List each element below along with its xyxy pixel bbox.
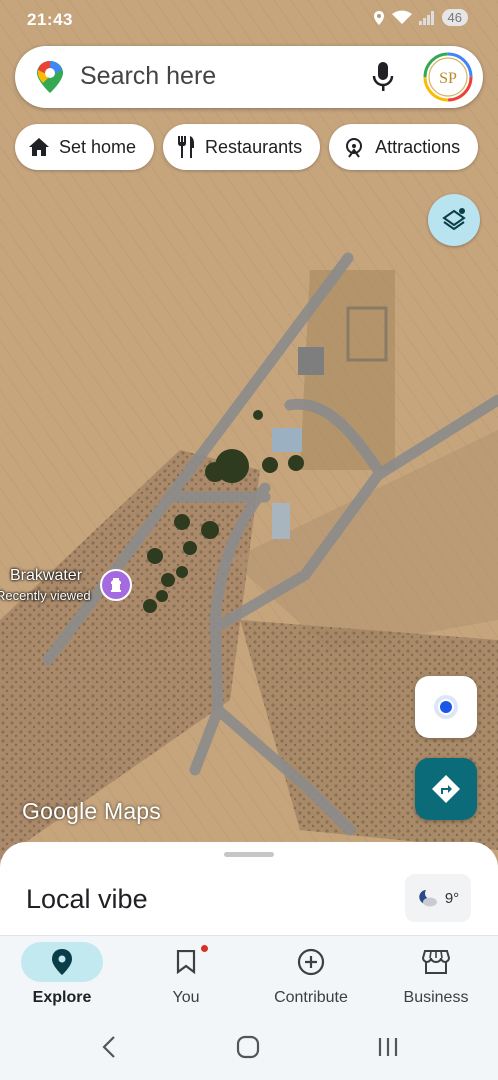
sheet-title: Local vibe [26,884,148,914]
nav-you[interactable]: You [126,936,246,1016]
back-icon[interactable] [100,1035,118,1059]
storefront-icon [395,942,477,982]
chip-label: Attractions [375,136,461,157]
microphone-icon[interactable] [372,60,394,94]
restaurant-icon [178,136,195,158]
avatar[interactable]: SP [423,52,473,102]
chip-label: Set home [59,136,137,157]
weather-chip[interactable]: 9° [405,874,471,922]
moon-cloud-icon [419,890,437,907]
attractions-icon [346,138,363,158]
nav-contribute[interactable]: Contribute [251,936,371,1016]
nav-label: You [172,989,200,1006]
my-location-button[interactable] [415,676,477,738]
nav-business[interactable]: Business [376,936,496,1016]
signal-icon [418,10,434,25]
search-input[interactable]: Search here [80,62,216,91]
avatar-initials: SP [439,70,457,87]
place-name: Brakwater [10,567,83,584]
search-bar[interactable]: Search here SP [15,46,483,108]
clock: 21:43 [27,10,73,29]
nav-label: Business [403,989,469,1006]
chip-attractions[interactable]: Attractions [329,124,479,170]
temperature: 9° [444,889,460,907]
notification-dot [201,945,208,952]
location-status-icon [373,10,384,25]
nav-explore[interactable]: Explore [2,936,122,1016]
add-circle-icon [270,942,352,982]
location-dot-icon [434,695,458,719]
chip-set-home[interactable]: Set home [15,124,155,170]
battery-indicator: 46 [441,9,468,26]
bookmark-icon [145,942,227,982]
bottom-navigation: Explore You Contribute Business [0,935,498,1016]
layers-icon [442,208,466,231]
monument-icon [100,569,132,601]
drag-handle[interactable] [224,852,274,857]
nav-label: Explore [32,989,92,1006]
nav-label: Contribute [274,989,348,1006]
directions-icon [432,775,460,803]
chip-restaurants[interactable]: Restaurants [163,124,321,170]
home-icon [29,138,49,156]
layers-button[interactable] [428,194,480,246]
google-maps-pin-icon [37,61,63,93]
directions-button[interactable] [415,758,477,820]
recents-icon[interactable] [376,1035,400,1059]
wifi-icon [391,10,412,24]
category-chips: Set home Restaurants Attractions [15,124,479,170]
map-watermark: Google Maps [22,798,161,824]
home-button-icon[interactable] [236,1035,260,1059]
location-pin-icon [21,942,103,982]
chip-label: Restaurants [205,136,303,157]
system-navigation-bar [0,1015,498,1080]
bottom-sheet[interactable]: Local vibe 9° [0,842,498,942]
status-bar: 21:43 46 [0,0,498,40]
place-subtitle: Recently viewed [0,588,91,603]
